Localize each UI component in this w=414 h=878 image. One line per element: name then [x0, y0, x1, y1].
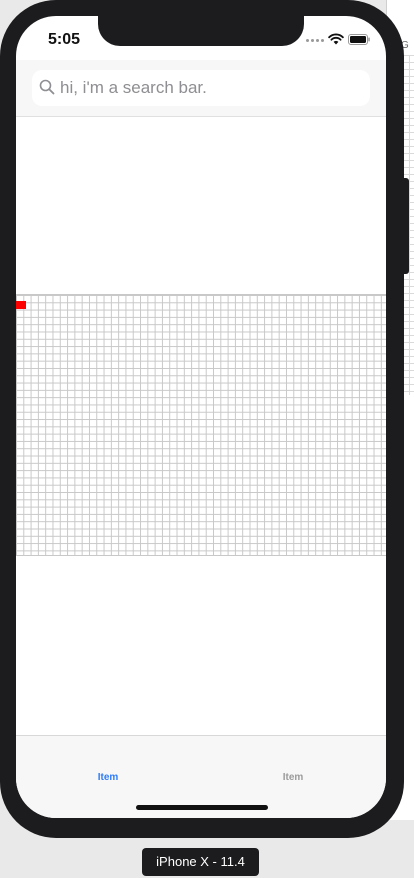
wifi-icon	[328, 33, 344, 45]
red-marker	[16, 301, 26, 309]
signal-icon	[306, 39, 324, 42]
tab-item-second[interactable]: Item	[253, 772, 333, 783]
navigation-bar	[16, 60, 386, 117]
status-icons	[306, 33, 370, 47]
search-icon	[39, 79, 55, 95]
phone-frame: 5:05 hi, i'm a search bar. Item Item	[0, 0, 409, 838]
simulator-device-label: iPhone X - 11.4	[142, 848, 259, 876]
search-bar[interactable]	[32, 70, 370, 106]
grid-view[interactable]	[16, 294, 386, 556]
battery-icon	[348, 34, 370, 45]
search-input[interactable]	[60, 70, 360, 106]
notch	[98, 16, 304, 46]
status-time: 5:05	[48, 31, 81, 48]
tab-item-first[interactable]: Item	[68, 772, 148, 783]
home-indicator[interactable]	[136, 805, 268, 810]
phone-screen: 5:05 hi, i'm a search bar. Item Item	[16, 16, 386, 818]
side-button	[403, 178, 409, 274]
